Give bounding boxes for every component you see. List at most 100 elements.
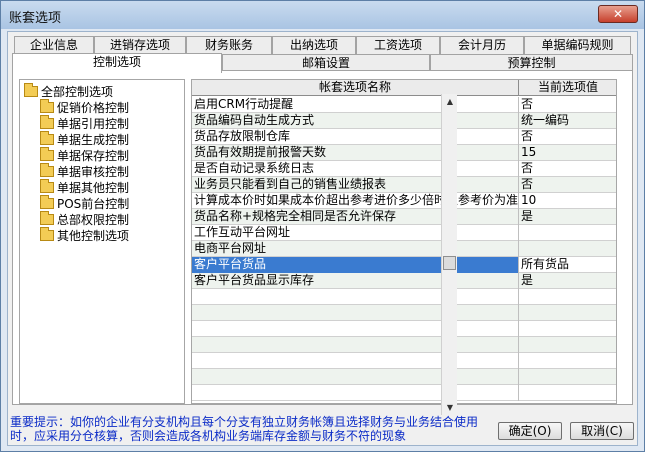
table-row[interactable]: 工作互动平台网址 [192,225,616,241]
table-row[interactable] [192,385,616,401]
table-row[interactable]: 客户平台货品显示库存是 [192,273,616,289]
table-row[interactable]: 业务员只能看到自己的销售业绩报表否 [192,177,616,193]
table-row[interactable]: 货品编码自动生成方式 统一编码 [192,113,616,129]
option-value-cell[interactable]: 否 [519,161,616,177]
option-value-cell[interactable] [519,337,616,353]
option-value-cell[interactable]: 所有货品 [519,257,616,273]
option-name-cell[interactable]: 货品编码自动生成方式 [192,113,519,129]
option-value-cell[interactable]: 否 [519,177,616,193]
folder-icon [24,83,38,97]
cancel-button[interactable]: 取消(C) [570,422,634,440]
table-row[interactable] [192,321,616,337]
options-dialog: 账套选项 ✕ 企业信息 进销存选项 财务账务 出纳选项 工资选项 会计月历 单据… [0,0,645,452]
table-row[interactable]: 货品有效期提前报警天数 15 [192,145,616,161]
table-row[interactable]: 启用CRM行动提醒否 [192,97,616,113]
option-name-cell[interactable]: 计算成本价时如果成本价超出参考进价多少倍时以参考价为准 [192,193,519,209]
tab-cashier-options[interactable]: 出纳选项 [272,36,356,54]
window-title: 账套选项 [9,11,62,26]
option-name-cell[interactable]: 货品存放限制仓库 [192,129,519,145]
column-header-name[interactable]: 帐套选项名称 [192,80,519,96]
ok-button[interactable]: 确定(O) [498,422,562,440]
column-header-value[interactable]: 当前选项值 [519,80,616,96]
open-folder-icon [40,227,54,241]
tree-item-hq-permissions[interactable]: 总部权限控制 [40,211,129,229]
tree-item-doc-generation[interactable]: 单据生成控制 [40,131,129,149]
option-value-cell[interactable] [519,321,616,337]
important-notice: 重要提示：如你的企业有分支机构且每个分支有独立财务帐簿且选择财务与业务结合使用时… [10,415,479,443]
control-options-tree[interactable]: 全部控制选项 促销价格控制 单据引用控制 单据生成控制 单据保存控制 单据审核控… [19,79,185,404]
table-row[interactable]: 计算成本价时如果成本价超出参考进价多少倍时以参考价为准 10 [192,193,616,209]
dialog-client: 企业信息 进销存选项 财务账务 出纳选项 工资选项 会计月历 单据编码规则 控制… [7,31,638,446]
option-name-cell[interactable]: 客户平台货品显示库存 [192,273,519,289]
option-name-cell[interactable]: 启用CRM行动提醒 [192,97,519,113]
tree-root[interactable]: 全部控制选项 [24,83,113,101]
tree-item-doc-reference[interactable]: 单据引用控制 [40,115,129,133]
grid-header: 帐套选项名称 当前选项值 [192,80,616,96]
table-row[interactable]: 货品存放限制仓库否 [192,129,616,145]
table-row[interactable] [192,305,616,321]
option-name-cell[interactable]: 是否自动记录系统日志 [192,161,519,177]
option-name-cell[interactable]: 货品名称+规格完全相同是否允许保存 [192,209,519,225]
scroll-down-arrow-icon[interactable]: ▼ [442,400,458,415]
option-value-cell[interactable] [519,385,616,401]
option-name-cell[interactable]: 电商平台网址 [192,241,519,257]
option-name-cell[interactable]: 工作互动平台网址 [192,225,519,241]
close-button[interactable]: ✕ [598,5,638,23]
option-value-cell[interactable]: 否 [519,97,616,113]
tree-item-doc-audit[interactable]: 单据审核控制 [40,163,129,181]
option-name-cell[interactable] [192,337,519,353]
grid-scrollbar[interactable]: ▲ ▼ [441,94,457,415]
option-value-cell[interactable] [519,241,616,257]
tab-finance-accounts[interactable]: 财务账务 [186,36,272,54]
table-row[interactable] [192,369,616,385]
folder-icon [40,211,54,225]
table-row[interactable]: 电商平台网址 [192,241,616,257]
option-value-cell[interactable]: 10 [519,193,616,209]
tab-control-options[interactable]: 控制选项 [12,53,222,73]
tree-item-other-options[interactable]: 其他控制选项 [40,227,129,245]
tab-enterprise-info[interactable]: 企业信息 [14,36,94,54]
folder-icon [40,163,54,177]
option-value-cell[interactable] [519,353,616,369]
tree-item-doc-save[interactable]: 单据保存控制 [40,147,129,165]
table-row[interactable] [192,289,616,305]
option-value-cell[interactable] [519,369,616,385]
tab-payroll-options[interactable]: 工资选项 [356,36,440,54]
option-value-cell[interactable] [519,305,616,321]
option-value-cell[interactable]: 15 [519,145,616,161]
option-name-cell[interactable] [192,305,519,321]
option-value-cell[interactable] [519,225,616,241]
scroll-up-arrow-icon[interactable]: ▲ [442,94,458,109]
options-grid: 帐套选项名称 当前选项值 启用CRM行动提醒否货品编码自动生成方式 统一编码 货品存… [191,79,617,404]
folder-icon [40,115,54,129]
folder-icon [40,147,54,161]
tab-accounting-calendar[interactable]: 会计月历 [440,36,524,54]
tree-item-doc-other[interactable]: 单据其他控制 [40,179,129,197]
tab-doc-numbering-rules[interactable]: 单据编码规则 [524,36,631,54]
table-row[interactable] [192,353,616,369]
option-value-cell[interactable]: 是 [519,273,616,289]
folder-icon [40,179,54,193]
option-name-cell[interactable] [192,385,519,401]
option-name-cell[interactable] [192,369,519,385]
folder-icon [40,131,54,145]
scroll-thumb[interactable] [443,256,456,270]
option-name-cell[interactable] [192,289,519,305]
option-value-cell[interactable]: 否 [519,129,616,145]
tree-item-pos[interactable]: POS前台控制 [40,195,129,213]
tab-inventory-options[interactable]: 进销存选项 [94,36,186,54]
table-row[interactable]: 货品名称+规格完全相同是否允许保存是 [192,209,616,225]
option-value-cell[interactable] [519,289,616,305]
tree-item-promo-price[interactable]: 促销价格控制 [40,99,129,117]
option-name-cell[interactable]: 货品有效期提前报警天数 [192,145,519,161]
option-name-cell[interactable]: 业务员只能看到自己的销售业绩报表 [192,177,519,193]
table-row[interactable]: 客户平台货品 所有货品 [192,257,616,273]
option-value-cell[interactable]: 统一编码 [519,113,616,129]
option-name-cell[interactable] [192,321,519,337]
title-bar[interactable]: 账套选项 ✕ [1,1,644,29]
table-row[interactable]: 是否自动记录系统日志否 [192,161,616,177]
option-name-cell[interactable] [192,353,519,369]
option-name-cell[interactable]: 客户平台货品 [192,257,519,273]
option-value-cell[interactable]: 是 [519,209,616,225]
table-row[interactable] [192,337,616,353]
